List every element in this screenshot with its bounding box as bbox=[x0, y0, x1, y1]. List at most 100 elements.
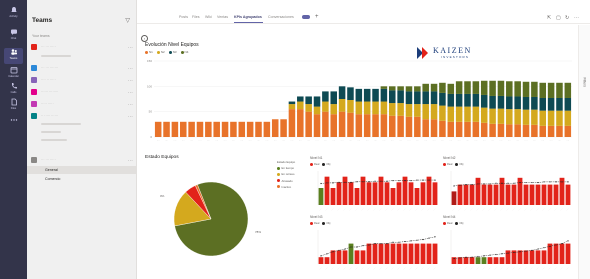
channel-general[interactable]: General bbox=[27, 166, 136, 174]
filters-pane[interactable]: Filters bbox=[578, 25, 590, 279]
y-tick-label: 0 bbox=[150, 135, 152, 139]
team-item[interactable]: ··· ··· ······· ··· bbox=[31, 63, 133, 73]
bar bbox=[366, 243, 372, 264]
refresh-icon[interactable]: ↻ bbox=[565, 15, 569, 21]
x-tick-label: ···· bbox=[491, 140, 494, 142]
bar-segment bbox=[564, 97, 572, 111]
chat-icon[interactable]: ▢ bbox=[556, 15, 561, 21]
legend-item-n1: N1 bbox=[145, 50, 153, 54]
team-avatar bbox=[31, 89, 37, 95]
x-tick-label: ···· bbox=[391, 208, 395, 212]
target-point bbox=[392, 241, 394, 243]
bar bbox=[535, 250, 541, 264]
x-tick-label: ···· bbox=[482, 267, 486, 271]
tab-kpis[interactable]: KPIs Agrupados bbox=[234, 15, 262, 19]
channel-comercio[interactable]: Comercio bbox=[27, 175, 136, 183]
more-options-icon[interactable]: ··· bbox=[128, 114, 133, 119]
more-options-icon[interactable]: ··· bbox=[128, 158, 133, 163]
activity-button[interactable]: Activity bbox=[4, 6, 23, 22]
bar-segment bbox=[422, 104, 429, 120]
more-apps-button[interactable] bbox=[4, 118, 23, 134]
target-point bbox=[398, 180, 400, 182]
bar-segment bbox=[497, 123, 505, 137]
more-options-icon[interactable]: ··· bbox=[128, 45, 133, 50]
target-point bbox=[453, 257, 455, 260]
filter-icon[interactable]: ▽ bbox=[125, 17, 130, 24]
bar-segment bbox=[288, 101, 296, 105]
bar-segment bbox=[480, 94, 488, 108]
bar bbox=[451, 191, 457, 205]
team-item[interactable]: ·· ····· ······ ··· bbox=[31, 111, 133, 121]
target-point bbox=[525, 250, 527, 252]
more-options-icon[interactable]: ··· bbox=[128, 78, 133, 83]
team-avatar bbox=[31, 113, 37, 119]
bar bbox=[396, 243, 402, 264]
team-item[interactable]: ···· ·· ····· ··· bbox=[31, 75, 133, 85]
target-point bbox=[459, 257, 461, 259]
more-options-icon[interactable]: ··· bbox=[128, 102, 133, 107]
back-icon[interactable]: ‹ bbox=[141, 35, 148, 42]
x-tick-label: ···· bbox=[566, 208, 570, 212]
team-subitem bbox=[41, 55, 71, 57]
bar-segment bbox=[297, 96, 304, 102]
x-tick-label: ···· bbox=[476, 267, 480, 271]
bar bbox=[384, 182, 390, 205]
x-tick-label: ···· bbox=[337, 208, 341, 212]
add-tab-icon[interactable]: + bbox=[315, 14, 319, 20]
bar-segment bbox=[556, 97, 563, 111]
x-tick-label: ···· bbox=[466, 140, 469, 142]
x-tick-label: ···· bbox=[483, 140, 486, 142]
bar-segment bbox=[455, 81, 463, 94]
mini-chart-title-n2: Nivel N2 bbox=[443, 156, 456, 160]
tab-wiki[interactable]: Wiki bbox=[205, 15, 212, 19]
tab-posts[interactable]: Posts bbox=[179, 15, 188, 19]
team-name: ·· ····· ······ bbox=[41, 114, 59, 118]
x-tick-label: ···· bbox=[548, 267, 552, 271]
bar-segment bbox=[531, 124, 538, 137]
x-tick-label: ···· bbox=[379, 267, 383, 271]
team-item[interactable]: ····· ····· ··· bbox=[31, 99, 133, 109]
bar-segment bbox=[330, 91, 338, 105]
team-item[interactable]: ··· ··· ····· ··· bbox=[31, 155, 133, 165]
target-point bbox=[513, 251, 515, 254]
bar-segment bbox=[472, 121, 480, 137]
more-options-icon[interactable]: ⋯ bbox=[574, 15, 579, 21]
x-tick-label: ···· bbox=[494, 267, 498, 271]
team-item[interactable]: ··· ··· ····· ··· bbox=[31, 42, 133, 52]
bar-segment bbox=[447, 121, 455, 137]
tab-files[interactable]: Files bbox=[192, 15, 200, 19]
legend-item-n4: N4 bbox=[180, 50, 188, 54]
expand-icon[interactable]: ⇱ bbox=[547, 15, 551, 21]
target-point bbox=[495, 253, 497, 256]
bar bbox=[529, 250, 535, 264]
bar-segment bbox=[297, 109, 304, 137]
more-options-icon[interactable]: ··· bbox=[128, 66, 133, 71]
calls-button[interactable]: Calls bbox=[4, 82, 23, 98]
bar-segment bbox=[179, 121, 187, 137]
bar-segment bbox=[305, 96, 312, 105]
team-item[interactable]: ······ ········ ··· bbox=[31, 87, 133, 97]
bar bbox=[366, 182, 372, 205]
tab-ventas[interactable]: Ventas bbox=[217, 15, 228, 19]
x-tick-label: ···· bbox=[349, 208, 353, 212]
teams-button[interactable]: Teams bbox=[4, 48, 23, 64]
bar-segment bbox=[455, 93, 463, 107]
target-point bbox=[326, 182, 328, 184]
tab-bar: Posts Files Wiki Ventas KPIs Agrupados C… bbox=[137, 12, 590, 24]
bar-segment bbox=[363, 101, 371, 115]
bar-segment bbox=[288, 109, 296, 137]
bar bbox=[547, 184, 553, 205]
calendar-button[interactable]: Calendar bbox=[4, 66, 23, 82]
x-tick-label: ···· bbox=[518, 267, 522, 271]
bar-segment bbox=[372, 114, 379, 137]
chat-button[interactable]: Chat bbox=[4, 28, 23, 44]
x-tick-label: ···· bbox=[433, 267, 437, 271]
team-subitem bbox=[41, 123, 81, 125]
more-options-icon[interactable]: ··· bbox=[128, 90, 133, 95]
bar-segment bbox=[514, 96, 521, 110]
tab-conversaciones[interactable]: Conversaciones bbox=[268, 15, 294, 19]
mini-legend: Real Obj bbox=[443, 222, 463, 225]
x-tick-label: ···· bbox=[385, 208, 389, 212]
x-tick-label: ···· bbox=[458, 267, 462, 271]
files-button[interactable]: Files bbox=[4, 98, 23, 114]
